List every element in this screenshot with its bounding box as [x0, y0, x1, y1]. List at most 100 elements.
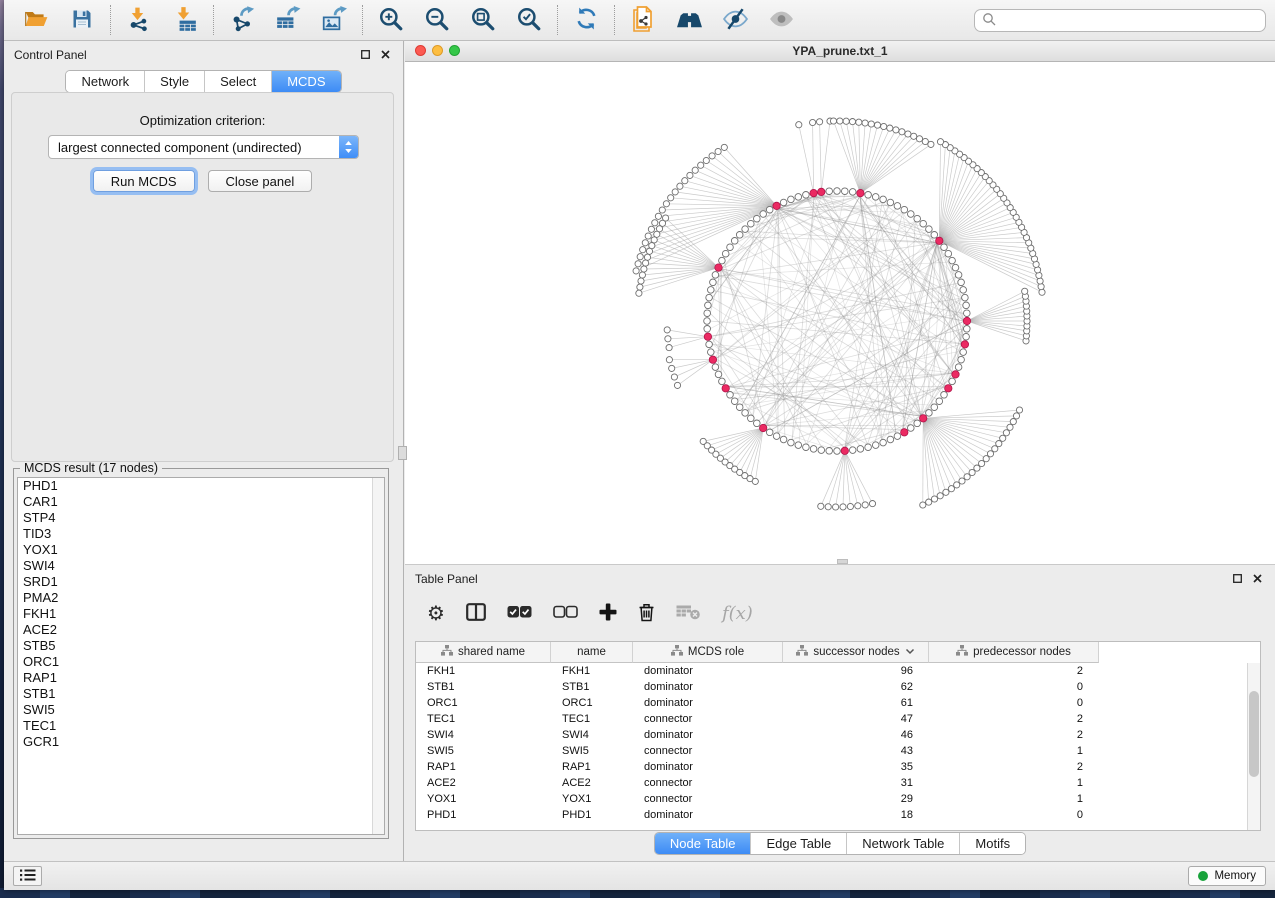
column-header-mcds_role[interactable]: MCDS role	[633, 642, 783, 663]
select-all-rows-button[interactable]	[507, 601, 532, 625]
column-header-name[interactable]: name	[551, 642, 633, 663]
tab-select[interactable]: Select	[205, 71, 272, 92]
cell-name: PHD1	[551, 809, 633, 821]
import-table-button[interactable]	[170, 5, 200, 35]
mcds-result-list[interactable]: PHD1CAR1STP4TID3YOX1SWI4SRD1PMA2FKH1ACE2…	[17, 477, 385, 835]
export-image-button[interactable]	[319, 5, 349, 35]
table-scrollbar-thumb[interactable]	[1249, 691, 1259, 777]
mcds-result-group: MCDS result (17 nodes) PHD1CAR1STP4TID3Y…	[13, 461, 389, 839]
cell-predecessor_nodes: 2	[929, 761, 1099, 773]
column-visibility-button[interactable]	[466, 601, 486, 625]
tab-network-table[interactable]: Network Table	[847, 833, 960, 854]
table-row[interactable]: STB1STB1dominator620	[416, 679, 1260, 695]
table-tabs: Node TableEdge TableNetwork TableMotifs	[654, 832, 1026, 855]
tab-node-table[interactable]: Node Table	[655, 833, 752, 854]
mcds-result-item[interactable]: YOX1	[18, 542, 384, 558]
search-input[interactable]	[1001, 11, 1265, 31]
mcds-result-item[interactable]: SRD1	[18, 574, 384, 590]
tab-network[interactable]: Network	[66, 71, 145, 92]
mcds-result-item[interactable]: FKH1	[18, 606, 384, 622]
vertical-sash-handle[interactable]	[398, 446, 407, 460]
mcds-result-item[interactable]: STP4	[18, 510, 384, 526]
main-toolbar	[4, 0, 1275, 41]
column-header-shared_name[interactable]: shared name	[416, 642, 551, 663]
delete-column-button[interactable]	[638, 601, 655, 625]
cell-successor_nodes: 46	[783, 729, 929, 741]
search-box[interactable]	[974, 9, 1266, 32]
table-row[interactable]: RAP1RAP1dominator352	[416, 759, 1260, 775]
tab-edge-table[interactable]: Edge Table	[751, 833, 847, 854]
mcds-result-item[interactable]: PHD1	[18, 478, 384, 494]
column-header-successor_nodes[interactable]: successor nodes	[783, 642, 929, 663]
table-row[interactable]: TEC1TEC1connector472	[416, 711, 1260, 727]
shared-column-icon	[956, 645, 968, 659]
column-label: name	[577, 646, 606, 658]
mcds-result-item[interactable]: ORC1	[18, 654, 384, 670]
shared-column-icon	[671, 645, 683, 659]
mcds-result-item[interactable]: STB5	[18, 638, 384, 654]
hide-selected-button[interactable]	[720, 5, 750, 35]
mcds-result-item[interactable]: ACE2	[18, 622, 384, 638]
column-header-predecessor_nodes[interactable]: predecessor nodes	[929, 642, 1099, 663]
cell-predecessor_nodes: 2	[929, 665, 1099, 677]
close-table-panel-icon[interactable]	[1252, 573, 1263, 584]
network-canvas[interactable]	[405, 62, 1275, 559]
mcds-result-item[interactable]: TEC1	[18, 718, 384, 734]
import-network-button[interactable]	[124, 5, 154, 35]
table-row[interactable]: ACE2ACE2connector311	[416, 775, 1260, 791]
mcds-result-item[interactable]: PMA2	[18, 590, 384, 606]
first-neighbors-button[interactable]	[674, 5, 704, 35]
save-session-button[interactable]	[67, 5, 97, 35]
zoom-out-button[interactable]	[422, 5, 452, 35]
float-table-panel-icon[interactable]	[1232, 573, 1243, 584]
memory-button[interactable]: Memory	[1188, 866, 1266, 886]
tab-mcds[interactable]: MCDS	[272, 71, 340, 92]
mcds-result-item[interactable]: GCR1	[18, 734, 384, 750]
cell-name: SWI4	[551, 729, 633, 741]
cell-name: STB1	[551, 681, 633, 693]
table-row[interactable]: ORC1ORC1dominator610	[416, 695, 1260, 711]
cell-predecessor_nodes: 1	[929, 793, 1099, 805]
mcds-result-item[interactable]: RAP1	[18, 670, 384, 686]
function-builder-button: f(x)	[722, 601, 753, 625]
cell-predecessor_nodes: 0	[929, 681, 1099, 693]
zoom-selected-button[interactable]	[514, 5, 544, 35]
table-panel-header: Table Panel	[405, 565, 1275, 591]
table-row[interactable]: SWI5SWI5connector431	[416, 743, 1260, 759]
table-scrollbar[interactable]	[1247, 663, 1260, 830]
mcds-result-item[interactable]: STB1	[18, 686, 384, 702]
add-column-button[interactable]	[599, 601, 617, 625]
float-panel-icon[interactable]	[360, 49, 371, 60]
open-session-button[interactable]	[21, 5, 51, 35]
export-table-button[interactable]	[273, 5, 303, 35]
plus-icon	[599, 603, 617, 624]
table-row[interactable]: FKH1FKH1dominator962	[416, 663, 1260, 679]
new-network-from-selection-button[interactable]	[628, 5, 658, 35]
mcds-result-item[interactable]: TID3	[18, 526, 384, 542]
close-panel-icon[interactable]	[380, 49, 391, 60]
cell-successor_nodes: 29	[783, 793, 929, 805]
zoom-fit-icon	[470, 6, 496, 35]
table-row[interactable]: YOX1YOX1connector291	[416, 791, 1260, 807]
deselect-all-rows-button[interactable]	[553, 601, 578, 625]
table-row[interactable]: SWI4SWI4dominator462	[416, 727, 1260, 743]
mcds-list-scrollbar[interactable]	[372, 478, 384, 834]
task-history-button[interactable]	[13, 866, 42, 886]
zoom-fit-button[interactable]	[468, 5, 498, 35]
table-settings-button[interactable]: ⚙	[427, 601, 445, 625]
cell-name: ORC1	[551, 697, 633, 709]
tab-motifs[interactable]: Motifs	[960, 833, 1025, 854]
cell-predecessor_nodes: 1	[929, 777, 1099, 789]
refresh-view-button[interactable]	[571, 5, 601, 35]
zoom-in-icon	[378, 6, 404, 35]
table-row[interactable]: PHD1PHD1dominator180	[416, 807, 1260, 823]
close-panel-button[interactable]: Close panel	[208, 170, 313, 192]
optimization-criterion-select[interactable]: largest connected component (undirected)	[48, 135, 359, 159]
mcds-result-item[interactable]: CAR1	[18, 494, 384, 510]
mcds-result-item[interactable]: SWI4	[18, 558, 384, 574]
mcds-result-item[interactable]: SWI5	[18, 702, 384, 718]
tab-style[interactable]: Style	[145, 71, 205, 92]
export-network-button[interactable]	[227, 5, 257, 35]
zoom-in-button[interactable]	[376, 5, 406, 35]
run-mcds-button[interactable]: Run MCDS	[93, 170, 195, 192]
